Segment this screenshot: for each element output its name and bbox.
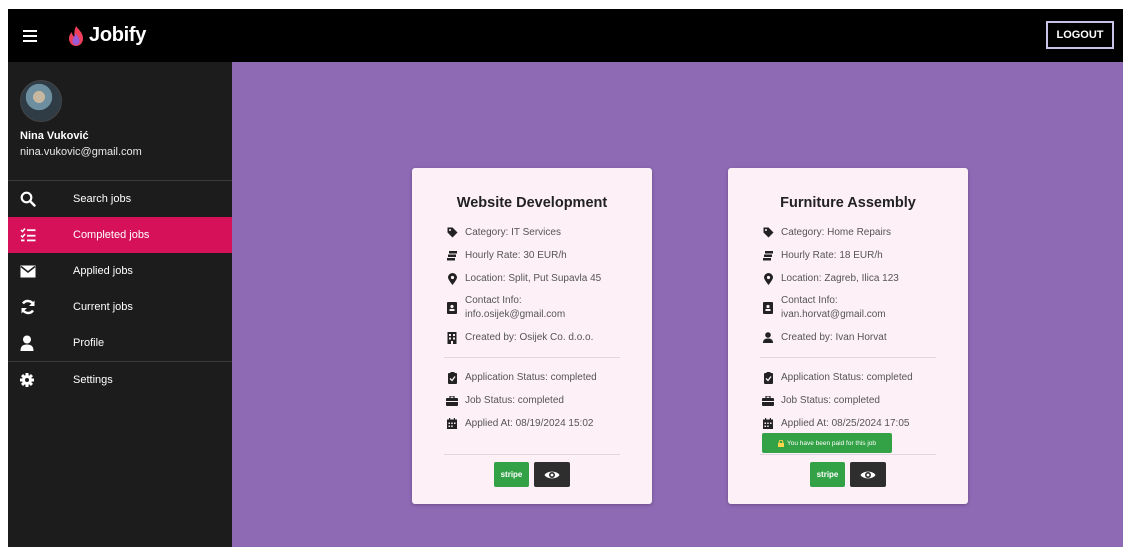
menu-icon[interactable] [8, 9, 52, 62]
sidebar-item-completed-jobs[interactable]: Completed jobs [8, 217, 232, 253]
avatar [20, 80, 62, 122]
sidebar-item-label: Settings [73, 374, 113, 386]
refresh-icon [20, 299, 50, 315]
view-button[interactable] [534, 462, 570, 487]
job-status: Job Status: completed [446, 389, 652, 412]
flame-logo-icon [69, 25, 83, 46]
calendar-icon [762, 418, 774, 429]
sidebar-item-search-jobs[interactable]: Search jobs [8, 181, 232, 217]
card-divider [444, 357, 620, 358]
sidebar-item-applied-jobs[interactable]: Applied jobs [8, 253, 232, 289]
sidebar-item-profile[interactable]: Profile [8, 325, 232, 361]
card-divider [444, 454, 620, 455]
envelope-icon [20, 265, 50, 278]
brand[interactable]: Jobify [66, 24, 146, 47]
view-button[interactable] [850, 462, 886, 487]
tag-icon [446, 227, 458, 238]
sidebar-item-settings[interactable]: Settings [8, 362, 232, 398]
contact-card-icon [446, 302, 458, 314]
job-title: Furniture Assembly [780, 195, 916, 211]
sidebar: Nina Vuković nina.vukovic@gmail.com Sear… [8, 62, 232, 547]
clipboard-check-icon [446, 371, 458, 384]
briefcase-icon [446, 395, 458, 406]
application-status: Application Status: completed [446, 366, 652, 389]
paid-toast: You have been paid for this job [762, 433, 892, 453]
job-title: Website Development [456, 195, 608, 211]
gear-icon [20, 373, 50, 387]
sidebar-item-label: Completed jobs [73, 229, 150, 241]
tag-icon [762, 227, 774, 238]
search-icon [20, 191, 50, 207]
coins-icon [762, 250, 774, 261]
briefcase-icon [762, 395, 774, 406]
eye-icon [860, 471, 876, 478]
job-contact: Contact Info: ivan.horvat@gmail.com [762, 290, 968, 326]
sidebar-item-label: Profile [73, 337, 105, 349]
contact-email: info.osijek@gmail.com [465, 309, 566, 320]
applied-at: Applied At: 08/25/2024 17:05 [762, 412, 968, 435]
logout-button[interactable]: LOGOUT [1046, 21, 1114, 49]
contact-email: ivan.horvat@gmail.com [781, 309, 886, 320]
application-status: Application Status: completed [762, 366, 968, 389]
calendar-icon [446, 418, 458, 429]
user-icon [762, 332, 774, 343]
job-location: Location: Zagreb, Ilica 123 [762, 267, 968, 290]
stripe-button[interactable]: stripe [810, 462, 845, 487]
user-profile-block: Nina Vuković nina.vukovic@gmail.com [8, 62, 232, 180]
sidebar-item-label: Search jobs [73, 193, 132, 205]
map-pin-icon [762, 272, 774, 285]
job-created-by: Created by: Ivan Horvat [762, 326, 968, 349]
brand-name: Jobify [89, 24, 147, 46]
sidebar-item-current-jobs[interactable]: Current jobs [8, 289, 232, 325]
job-contact: Contact Info: info.osijek@gmail.com [446, 290, 652, 326]
card-actions: stripe [412, 462, 652, 487]
job-created-by: Created by: Osijek Co. d.o.o. [446, 326, 652, 349]
top-app-bar: Jobify LOGOUT [8, 9, 1123, 62]
applied-at: Applied At: 08/19/2024 15:02 [446, 412, 652, 435]
eye-icon [544, 471, 560, 478]
checklist-icon [20, 227, 50, 243]
clipboard-check-icon [762, 371, 774, 384]
job-hourly-rate: Hourly Rate: 18 EUR/h [762, 244, 968, 267]
contact-card-icon [762, 302, 774, 314]
user-icon [20, 335, 50, 351]
user-name: Nina Vuković [20, 130, 89, 142]
sidebar-item-label: Applied jobs [73, 265, 133, 277]
job-status: Job Status: completed [762, 389, 968, 412]
job-card: Furniture Assembly Category: Home Repair… [728, 168, 968, 504]
job-category: Category: IT Services [446, 221, 652, 244]
job-category: Category: Home Repairs [762, 221, 968, 244]
card-divider [760, 357, 936, 358]
job-location: Location: Split, Put Supavla 45 [446, 267, 652, 290]
stripe-button[interactable]: stripe [494, 462, 529, 487]
main-content: Website Development Category: IT Service… [232, 62, 1123, 547]
job-card: Website Development Category: IT Service… [412, 168, 652, 504]
job-hourly-rate: Hourly Rate: 30 EUR/h [446, 244, 652, 267]
building-icon [446, 331, 458, 344]
card-divider [760, 454, 936, 455]
card-actions: stripe [728, 462, 968, 487]
lock-icon [777, 439, 784, 447]
sidebar-item-label: Current jobs [73, 301, 133, 313]
coins-icon [446, 250, 458, 261]
map-pin-icon [446, 272, 458, 285]
user-email: nina.vukovic@gmail.com [20, 146, 142, 158]
